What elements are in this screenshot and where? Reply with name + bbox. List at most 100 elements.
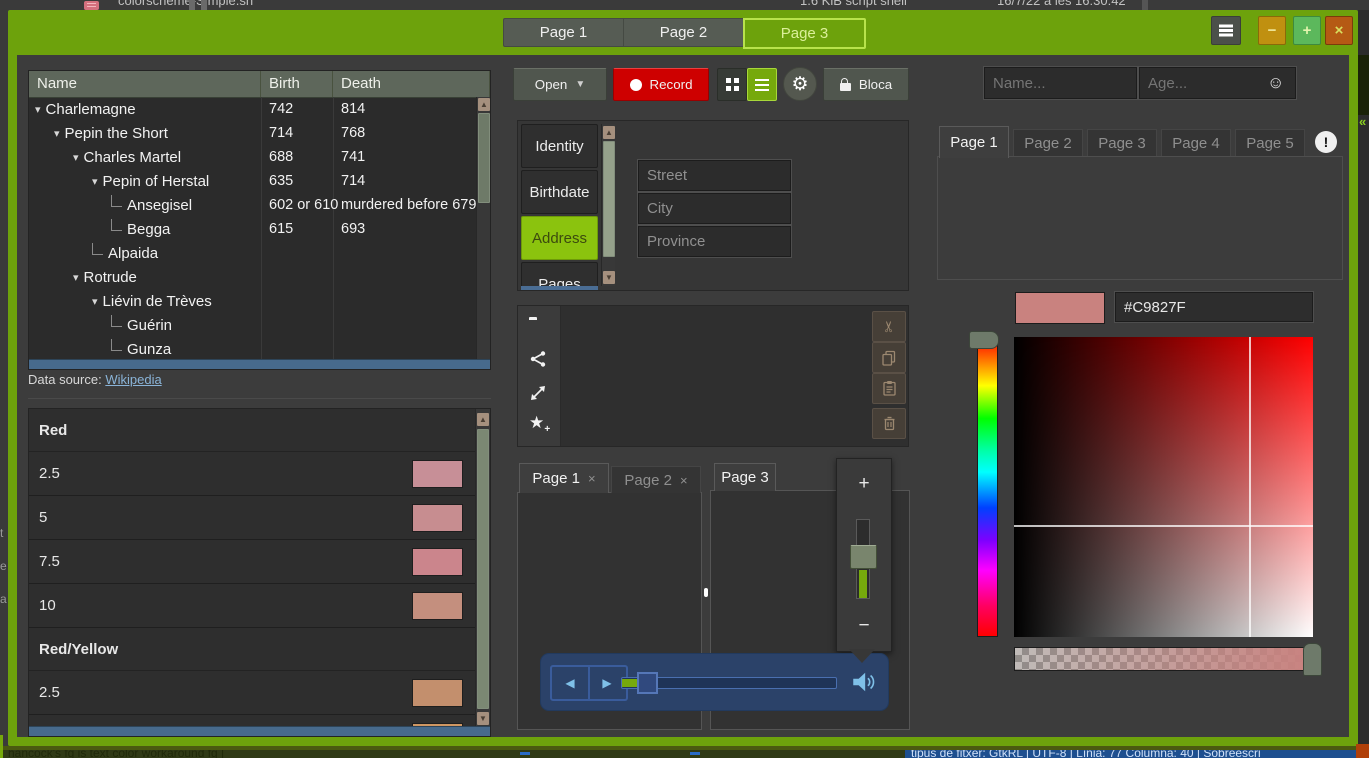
alpha-slider[interactable] xyxy=(1014,647,1313,671)
scroll-down-icon[interactable]: ▼ xyxy=(477,712,489,725)
notebook-tab[interactable]: Page 1 xyxy=(939,126,1009,158)
list-item[interactable]: 5 xyxy=(29,496,475,540)
scroll-thumb[interactable] xyxy=(478,113,490,203)
sidebar-item-label: Birthdate xyxy=(529,184,589,201)
seek-slider-handle[interactable] xyxy=(637,672,658,694)
tree-row[interactable]: ▾ Charlemagne 742 814 xyxy=(29,97,478,121)
volume-icon[interactable] xyxy=(850,669,876,695)
expander-icon[interactable]: ▾ xyxy=(92,295,98,308)
list-vertical-scrollbar[interactable]: ▲ ▼ xyxy=(475,409,490,736)
tree-row[interactable]: ▾ Gunza xyxy=(29,337,478,361)
expander-icon[interactable]: ▾ xyxy=(92,175,98,188)
tree-row[interactable]: ▾ Liévin de Trèves xyxy=(29,289,478,313)
tree-cell-death: 741 xyxy=(341,149,365,165)
sidebar-item[interactable]: Identity xyxy=(521,124,598,168)
notebook-tab[interactable]: Page 2 xyxy=(1013,129,1083,156)
list-item[interactable]: 2.5 xyxy=(29,452,475,496)
cut-button[interactable]: ✂ xyxy=(872,311,906,342)
tree-row[interactable]: ▾ Pepin of Herstal 635 714 xyxy=(29,169,478,193)
zoom-in-button[interactable]: + xyxy=(837,473,891,495)
column-header-death[interactable]: Death xyxy=(333,71,490,97)
scroll-thumb[interactable] xyxy=(603,141,615,257)
saturation-value-plane[interactable] xyxy=(1014,337,1313,637)
minimize-button[interactable]: − xyxy=(1258,16,1286,45)
list-view-toggle[interactable] xyxy=(747,68,777,101)
form-field-street[interactable] xyxy=(638,160,791,191)
record-button[interactable]: Record xyxy=(613,68,709,101)
list-item[interactable]: 2.5 xyxy=(29,671,475,715)
alert-icon[interactable]: ! xyxy=(1315,131,1337,153)
tree-row[interactable]: ▾ Ansegisel 602 or 610 murdered before 6… xyxy=(29,193,478,217)
titlebar-tab[interactable]: Page 2 xyxy=(623,18,743,47)
notebook-tab[interactable]: Page 3 xyxy=(714,463,776,491)
scroll-thumb[interactable] xyxy=(477,429,489,709)
column-header-birth[interactable]: Birth xyxy=(261,71,333,97)
tree-row[interactable]: ▾ Begga 615 693 xyxy=(29,217,478,241)
tree-horizontal-scrollbar[interactable] xyxy=(29,359,490,369)
menu-button[interactable] xyxy=(1211,16,1241,45)
star-new-icon[interactable]: ★ xyxy=(529,413,544,432)
tree-row[interactable]: ▾ Guérin xyxy=(29,313,478,337)
maximize-button[interactable]: + xyxy=(1293,16,1321,45)
smiley-icon[interactable]: ☺ xyxy=(1267,73,1284,93)
notebook-tab[interactable]: Page 3 xyxy=(1087,129,1157,156)
form-field-province[interactable] xyxy=(638,226,791,257)
hex-color-input[interactable] xyxy=(1115,292,1313,322)
tree-cell-name: Liévin de Trèves xyxy=(103,293,212,310)
delete-button[interactable] xyxy=(872,408,906,439)
tree-vertical-scrollbar[interactable]: ▲ xyxy=(476,97,490,361)
scroll-up-icon[interactable]: ▲ xyxy=(477,413,489,426)
form-field-city[interactable] xyxy=(638,193,791,224)
notebook-tab[interactable]: Page 2 × xyxy=(611,466,701,493)
sidebar-item[interactable]: Address xyxy=(521,216,598,260)
open-button[interactable]: Open ▼ xyxy=(513,68,607,101)
copy-button[interactable] xyxy=(872,342,906,373)
hue-slider-handle[interactable] xyxy=(969,331,999,349)
vertical-slider-handle[interactable] xyxy=(850,545,877,569)
scroll-up-icon[interactable]: ▲ xyxy=(603,126,615,139)
background-glyph: « xyxy=(1359,114,1366,129)
list-item-value: 7.5 xyxy=(39,553,60,570)
sidebar-item[interactable]: Birthdate xyxy=(521,170,598,214)
tree-row[interactable]: ▾ Alpaida xyxy=(29,241,478,265)
share-icon[interactable] xyxy=(529,350,547,372)
name-input[interactable] xyxy=(984,67,1137,99)
lock-button[interactable]: Bloca xyxy=(823,68,909,101)
expander-icon[interactable]: ▾ xyxy=(73,271,79,284)
scroll-up-icon[interactable]: ▲ xyxy=(478,98,490,111)
titlebar-tab[interactable]: Page 3 xyxy=(743,18,866,49)
close-tab-icon[interactable]: × xyxy=(588,471,596,486)
alpha-slider-handle[interactable] xyxy=(1303,643,1322,676)
pane-divider-handle[interactable] xyxy=(704,588,708,597)
previous-button[interactable]: ◀ xyxy=(550,665,590,701)
expander-icon[interactable]: ▾ xyxy=(73,151,79,164)
background-file-size: 1.6 KiB script shell xyxy=(800,0,907,8)
scroll-down-icon[interactable]: ▼ xyxy=(603,271,615,284)
hue-slider[interactable] xyxy=(977,337,998,637)
tree-row[interactable]: ▾ Charles Martel 688 741 xyxy=(29,145,478,169)
zoom-out-button[interactable]: − xyxy=(837,615,891,637)
close-button[interactable]: × xyxy=(1325,16,1353,45)
tree-cell-name: Begga xyxy=(127,221,170,238)
close-tab-icon[interactable]: × xyxy=(680,473,688,488)
expand-icon[interactable] xyxy=(529,384,547,406)
settings-button[interactable]: ⚙ xyxy=(783,67,817,101)
list-item[interactable]: 7.5 xyxy=(29,540,475,584)
list-horizontal-scrollbar[interactable] xyxy=(29,726,490,736)
list-item[interactable]: 10 xyxy=(29,584,475,628)
notebook-tab[interactable]: Page 1 × xyxy=(519,463,609,493)
current-color-swatch[interactable] xyxy=(1015,292,1105,324)
titlebar-tab[interactable]: Page 1 xyxy=(503,18,623,47)
expander-icon[interactable]: ▾ xyxy=(35,103,41,116)
sidebar-scrollbar[interactable]: ▲ ▼ xyxy=(601,124,615,286)
wikipedia-link[interactable]: Wikipedia xyxy=(105,372,161,387)
paste-button[interactable] xyxy=(872,373,906,404)
titlebar-tab-group: Page 1Page 2Page 3 xyxy=(503,18,866,49)
notebook-tab[interactable]: Page 5 xyxy=(1235,129,1305,156)
grid-view-toggle[interactable] xyxy=(717,68,747,101)
tree-row[interactable]: ▾ Rotrude xyxy=(29,265,478,289)
tree-row[interactable]: ▾ Pepin the Short 714 768 xyxy=(29,121,478,145)
notebook-tab[interactable]: Page 4 xyxy=(1161,129,1231,156)
column-header-name[interactable]: Name xyxy=(29,71,261,97)
expander-icon[interactable]: ▾ xyxy=(54,127,60,140)
